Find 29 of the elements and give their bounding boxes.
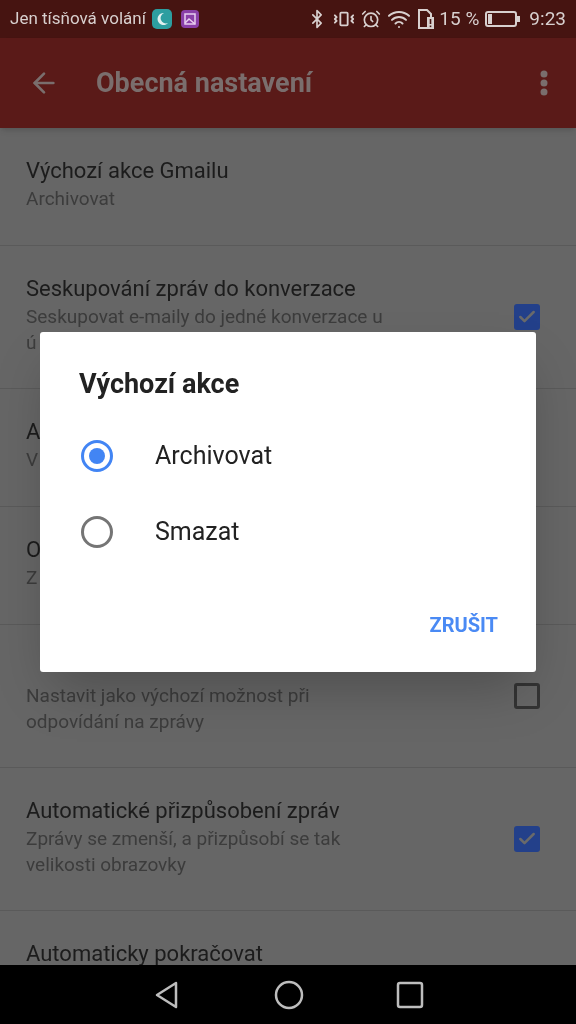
gallery-app-icon [180,10,199,28]
battery-icon [485,10,522,28]
setting-title: Automatické přizpůsobení zpráv [26,797,340,825]
alarm-icon [361,9,382,29]
setting-title: Seskupování zpráv do konverzace [26,275,356,303]
setting-title: A [26,418,41,446]
app-bar-title: Obecná nastavení [96,65,314,101]
setting-title: O [26,536,42,564]
radio-option[interactable]: Smazat [40,494,536,570]
option-label: Archivovat [155,440,273,473]
option-label: Smazat [155,516,240,549]
checkbox[interactable] [514,683,540,709]
battery-percent: 15 % [439,5,480,32]
setting-title: Výchozí akce Gmailu [26,157,229,185]
radio-button[interactable] [81,440,113,472]
checkbox[interactable] [514,304,540,330]
moon-app-icon [151,9,172,29]
more-menu-button[interactable] [540,70,548,96]
more-icon [540,70,548,96]
setting-title: Automaticky pokračovat [26,940,263,965]
home-nav-icon[interactable] [274,979,304,1010]
dialog-title: Výchozí akce [79,367,241,402]
clock: 9:23 [529,5,566,32]
status-text: Jen tísňová volání [10,7,146,31]
checkbox[interactable] [514,826,540,852]
radio-button[interactable] [81,516,113,548]
recents-nav-icon[interactable] [396,980,424,1009]
radio-option[interactable]: Archivovat [40,418,536,494]
sim-alert-icon [417,9,436,29]
